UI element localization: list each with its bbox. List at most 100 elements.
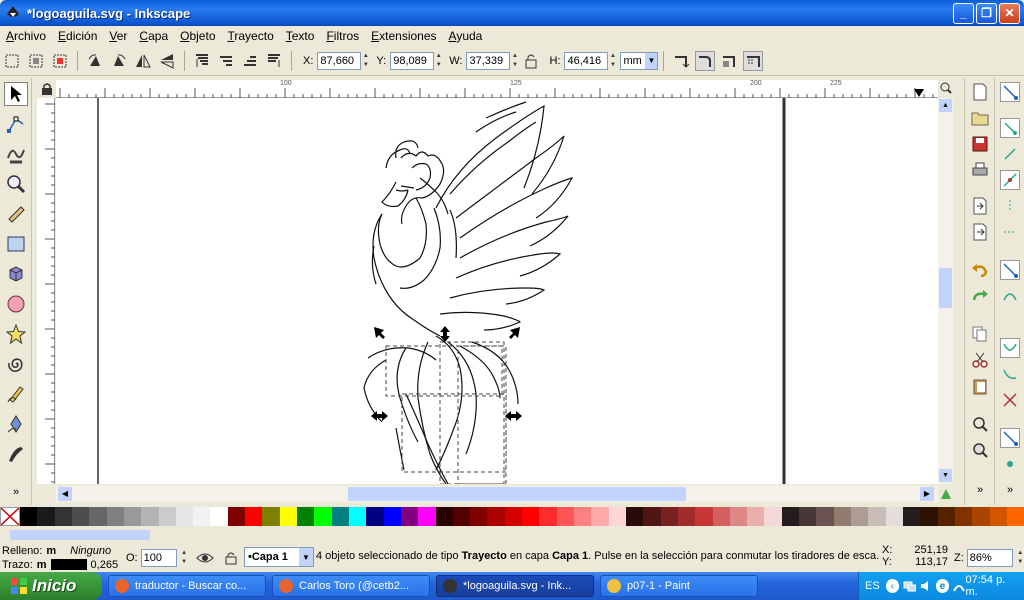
layer-select[interactable]: •Capa 1 ▼	[244, 547, 314, 567]
snap-others-icon[interactable]	[1000, 428, 1020, 448]
menu-archivo[interactable]: Archivo	[0, 29, 52, 43]
color-swatch[interactable]	[348, 507, 367, 526]
maximize-button[interactable]: ❐	[976, 2, 997, 24]
rotate-ccw-icon[interactable]	[85, 51, 105, 71]
color-swatch[interactable]	[989, 507, 1007, 526]
snap-toggle-icon[interactable]	[1000, 82, 1020, 102]
color-swatch[interactable]	[141, 507, 159, 526]
flip-vertical-icon[interactable]	[157, 51, 177, 71]
tweak-tool-icon[interactable]	[4, 142, 28, 166]
calligraphy-tool-icon[interactable]	[4, 442, 28, 466]
opacity-spinner[interactable]: ▲ ▼	[180, 549, 189, 567]
color-swatch[interactable]	[210, 507, 228, 526]
y-input[interactable]	[390, 51, 435, 70]
color-swatch[interactable]	[245, 507, 263, 526]
color-manage-icon[interactable]	[938, 486, 953, 502]
color-swatch[interactable]	[574, 507, 592, 526]
zoom-spinner[interactable]: ▲ ▼	[1016, 549, 1024, 567]
import-icon[interactable]	[970, 196, 990, 216]
move-gradients-icon[interactable]	[719, 51, 739, 71]
color-swatch[interactable]	[279, 507, 297, 526]
scroll-right-icon[interactable]: ▶	[920, 487, 934, 501]
color-swatch[interactable]	[833, 507, 851, 526]
lower-icon[interactable]	[240, 51, 260, 71]
taskbar-item-inkscape[interactable]: *logoaguila.svg - Ink...	[436, 575, 594, 597]
snap-page-icon[interactable]	[1000, 454, 1020, 474]
color-swatch[interactable]	[954, 507, 973, 526]
opacity-input[interactable]	[140, 549, 177, 567]
snap-intersection-icon[interactable]	[1000, 390, 1020, 410]
flip-horizontal-icon[interactable]	[133, 51, 153, 71]
color-swatch[interactable]	[297, 507, 315, 526]
eye-icon[interactable]	[195, 549, 215, 567]
move-patterns-icon[interactable]	[743, 50, 764, 71]
color-swatch[interactable]	[729, 507, 748, 526]
taskbar-item-paint[interactable]: p07-1 - Paint	[600, 575, 758, 597]
snap-nodes-icon[interactable]	[1000, 260, 1020, 280]
more-snap-icon[interactable]: »	[1000, 480, 1020, 500]
menu-objeto[interactable]: Objeto	[174, 29, 221, 43]
pencil-tool-icon[interactable]	[4, 382, 28, 406]
layer-lock-icon[interactable]	[222, 549, 240, 567]
color-swatch[interactable]	[937, 507, 955, 526]
start-button[interactable]: Inicio	[0, 572, 102, 600]
palette-scrollbar[interactable]	[0, 527, 1024, 543]
menu-texto[interactable]: Texto	[280, 29, 321, 43]
ie-icon[interactable]: e	[935, 579, 950, 593]
width-spinner[interactable]: ▲ ▼	[510, 52, 519, 70]
zoom-tool-icon[interactable]	[4, 172, 28, 196]
color-swatch[interactable]	[175, 507, 194, 526]
select-all-icon[interactable]	[2, 51, 22, 71]
color-swatch[interactable]	[712, 507, 730, 526]
rectangle-tool-icon[interactable]	[4, 232, 28, 256]
menu-ayuda[interactable]: Ayuda	[443, 29, 489, 43]
color-swatch[interactable]	[972, 507, 990, 526]
color-swatch[interactable]	[504, 507, 523, 526]
lock-icon[interactable]	[521, 51, 541, 71]
guide-lock-icon[interactable]	[37, 80, 56, 98]
color-swatch[interactable]	[885, 507, 903, 526]
scroll-up-icon[interactable]: ▲	[939, 99, 952, 112]
snap-smooth-icon[interactable]	[1000, 364, 1020, 384]
color-swatch[interactable]	[71, 507, 90, 526]
minimize-button[interactable]: _	[953, 2, 974, 24]
menu-capa[interactable]: Capa	[133, 29, 174, 43]
zoom-drawing-icon[interactable]	[970, 440, 990, 460]
height-input[interactable]	[564, 51, 609, 70]
copy-icon[interactable]	[970, 324, 990, 344]
export-icon[interactable]	[970, 222, 990, 242]
raise-to-top-icon[interactable]	[192, 51, 212, 71]
unit-select[interactable]: mm ▼	[620, 51, 659, 70]
snap-bbox-edge-icon[interactable]	[1000, 144, 1020, 164]
menu-edicion[interactable]: Edición	[52, 29, 103, 43]
color-swatch[interactable]	[106, 507, 124, 526]
connection-icon[interactable]	[952, 579, 966, 593]
tray-arrow-icon[interactable]: ‹	[885, 579, 900, 593]
volume-icon[interactable]	[919, 579, 932, 593]
palette-scroll-thumb[interactable]	[10, 530, 150, 540]
drawing-canvas[interactable]	[56, 98, 938, 484]
color-swatch[interactable]	[625, 507, 644, 526]
paste-icon[interactable]	[970, 376, 990, 396]
scroll-down-icon[interactable]: ▼	[939, 469, 952, 482]
zoom-corner-icon[interactable]	[938, 80, 953, 96]
deselect-icon[interactable]	[50, 51, 70, 71]
color-swatch[interactable]	[418, 507, 436, 526]
snap-cusp-icon[interactable]	[1000, 338, 1020, 358]
color-swatch[interactable]	[470, 507, 488, 526]
color-swatch[interactable]	[400, 507, 419, 526]
color-swatch[interactable]	[920, 507, 938, 526]
color-swatch[interactable]	[383, 507, 401, 526]
pen-tool-icon[interactable]	[4, 412, 28, 436]
color-swatch[interactable]	[608, 507, 626, 526]
horizontal-scroll-thumb[interactable]	[348, 487, 686, 501]
spiral-tool-icon[interactable]	[4, 352, 28, 376]
color-swatch[interactable]	[695, 507, 713, 526]
close-button[interactable]: ✕	[999, 2, 1020, 24]
scroll-left-icon[interactable]: ◀	[58, 487, 72, 501]
color-swatch[interactable]	[20, 507, 38, 526]
horizontal-scrollbar[interactable]: ◀ ▶	[56, 486, 938, 502]
clock[interactable]: 07:54 p. m.	[965, 574, 1018, 598]
color-swatch[interactable]	[799, 507, 817, 526]
x-spinner[interactable]: ▲ ▼	[361, 52, 370, 70]
